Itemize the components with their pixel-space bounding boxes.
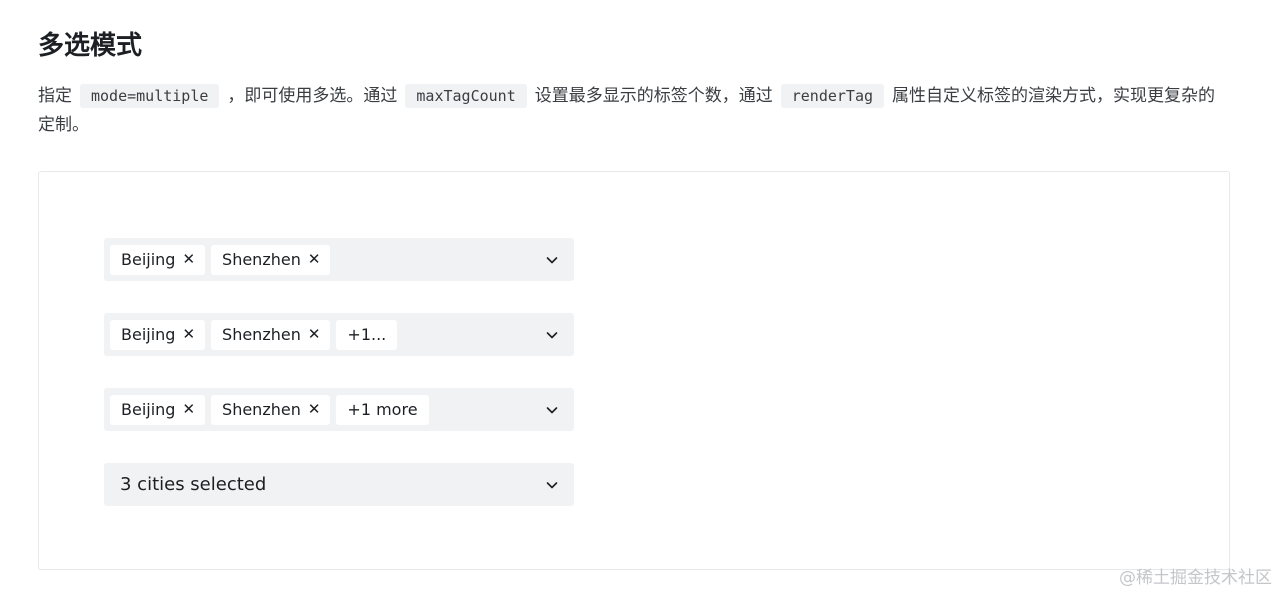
tag-shenzhen: Shenzhen ✕ xyxy=(211,394,331,425)
chevron-down-icon[interactable] xyxy=(544,252,560,268)
multi-select-3[interactable]: Beijing ✕ Shenzhen ✕ +1 more xyxy=(104,388,574,431)
tag-overflow-count: +1... xyxy=(336,319,398,350)
chevron-down-icon[interactable] xyxy=(544,402,560,418)
tag-shenzhen: Shenzhen ✕ xyxy=(211,319,331,350)
section-title: 多选模式 xyxy=(38,31,143,61)
tag-label: Beijing xyxy=(121,250,176,269)
tag-label: Beijing xyxy=(121,400,176,419)
close-icon[interactable]: ✕ xyxy=(182,252,195,267)
code-max-tag-count: maxTagCount xyxy=(405,84,527,108)
desc-text-1: 指定 xyxy=(38,86,72,106)
page: 多选模式 指定 mode=multiple ，即可使用多选。通过 maxTagCoun… xyxy=(0,0,1280,592)
tag-label: Beijing xyxy=(121,325,176,344)
tag-label: Shenzhen xyxy=(222,325,301,344)
tag-beijing: Beijing ✕ xyxy=(110,394,206,425)
watermark: @稀土掘金技术社区 xyxy=(1119,568,1272,588)
chevron-down-icon[interactable] xyxy=(544,327,560,343)
tag-label: Shenzhen xyxy=(222,400,301,419)
close-icon[interactable]: ✕ xyxy=(182,402,195,417)
desc-text-3: 设置最多显示的标签个数，通过 xyxy=(534,86,773,106)
tag-overflow-count: +1 more xyxy=(336,394,429,425)
close-icon[interactable]: ✕ xyxy=(308,327,321,342)
tag-shenzhen: Shenzhen ✕ xyxy=(211,244,331,275)
section-description: 指定 mode=multiple ，即可使用多选。通过 maxTagCount 设置最多… xyxy=(38,82,1218,140)
close-icon[interactable]: ✕ xyxy=(308,252,321,267)
desc-text-2: ，即可使用多选。通过 xyxy=(227,86,398,106)
tag-beijing: Beijing ✕ xyxy=(110,319,206,350)
close-icon[interactable]: ✕ xyxy=(308,402,321,417)
multi-select-2[interactable]: Beijing ✕ Shenzhen ✕ +1... xyxy=(104,313,574,356)
tag-label: Shenzhen xyxy=(222,250,301,269)
code-mode-multiple: mode=multiple xyxy=(80,84,220,108)
demo-box: Beijing ✕ Shenzhen ✕ Beijing ✕ Shenzhen … xyxy=(38,171,1230,570)
chevron-down-icon[interactable] xyxy=(544,477,560,493)
multi-select-4[interactable]: 3 cities selected xyxy=(104,463,574,506)
code-render-tag: renderTag xyxy=(780,84,885,108)
tag-beijing: Beijing ✕ xyxy=(110,244,206,275)
multi-select-1[interactable]: Beijing ✕ Shenzhen ✕ xyxy=(104,238,574,281)
selected-summary: 3 cities selected xyxy=(120,474,267,495)
close-icon[interactable]: ✕ xyxy=(182,327,195,342)
